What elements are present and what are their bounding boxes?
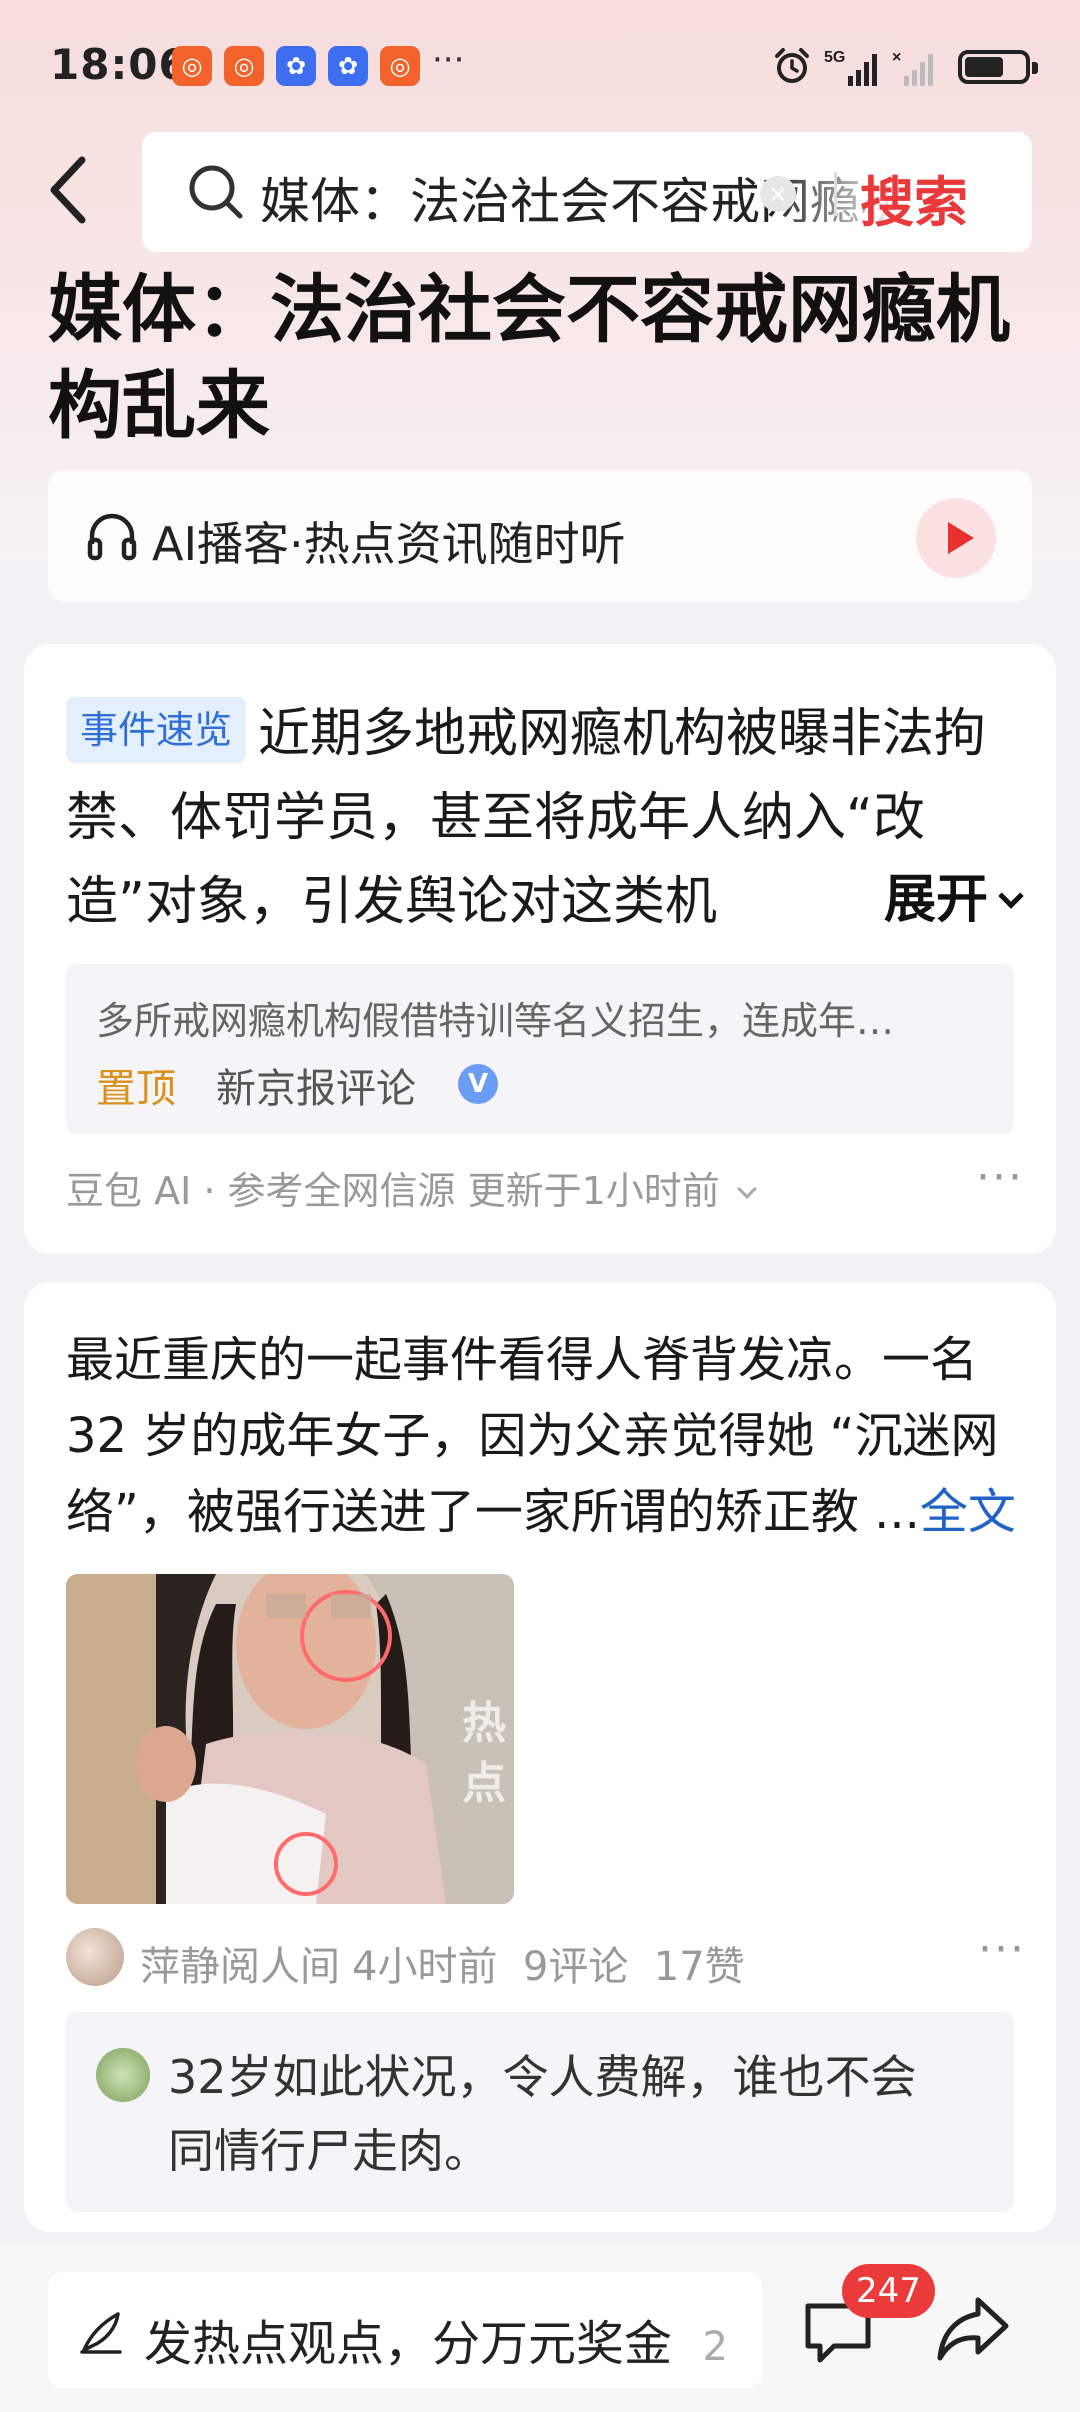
clear-search-icon[interactable]: × <box>760 176 796 212</box>
compose-suffix: 2.. <box>702 2324 724 2370</box>
top-comment[interactable]: 32岁如此状况，令人费解，谁也不会同情行尸走肉。 <box>66 2012 1014 2212</box>
author-name[interactable]: 萍静阅人间 <box>140 1934 340 1992</box>
compose-placeholder: 发热点观点，分万元奖金 2.. <box>144 2304 724 2374</box>
compose-label: 发热点观点，分万元奖金 <box>144 2316 673 2372</box>
alarm-icon <box>775 48 809 83</box>
battery-icon <box>958 50 1038 84</box>
app-notification-icon: ✿ <box>328 46 368 86</box>
like-count: 17赞 <box>653 1944 745 1990</box>
comment-count-badge: 247 <box>842 2264 935 2318</box>
ai-source-footer[interactable]: 豆包 AI · 参考全网信源 更新于1小时前 <box>66 1160 757 1215</box>
ai-source-text: 豆包 AI · 参考全网信源 更新于1小时前 <box>66 1169 720 1213</box>
commenter-avatar <box>96 2048 150 2102</box>
expand-label: 展开 <box>883 870 988 930</box>
event-summary-card: 事件速览 近期多地戒网瘾机构被曝非法拘禁、体罚学员，甚至将成年人纳入“改造”对象，… <box>24 644 1056 1254</box>
chevron-down-icon <box>998 883 1024 909</box>
app-notification-icon: ◎ <box>172 46 212 86</box>
full-text-link[interactable]: 全文 <box>920 1484 1016 1540</box>
signal-weak-icon: × <box>892 49 933 86</box>
ai-podcast-bar[interactable]: AI播客·热点资讯随时听 <box>48 470 1032 602</box>
reference-text: 多所戒网瘾机构假借特训等名义招生，连成年… <box>96 999 895 1043</box>
post-text[interactable]: 最近重庆的一起事件看得人脊背发凉。一名 32 岁的成年女子，因为父亲觉得她 “沉… <box>66 1322 1036 1550</box>
top-comment-text: 32岁如此状况，令人费解，谁也不会同情行尸走肉。 <box>168 2050 917 2178</box>
post-card: 最近重庆的一起事件看得人脊背发凉。一名 32 岁的成年女子，因为父亲觉得她 “沉… <box>24 1282 1056 2232</box>
pen-icon <box>80 2312 122 2354</box>
avatar[interactable] <box>66 1928 124 1986</box>
search-bar[interactable]: 媒体：法治社会不容戒网瘾机构乱来 × 搜索 <box>142 132 1032 252</box>
compose-input[interactable]: 发热点观点，分万元奖金 2.. <box>48 2272 762 2388</box>
post-photo <box>66 1574 514 1904</box>
back-arrow-icon[interactable] <box>40 150 100 230</box>
app-notification-icon: ◎ <box>380 46 420 86</box>
more-options-icon[interactable]: ··· <box>978 1924 1026 1975</box>
verified-icon: V <box>458 1064 498 1104</box>
pinned-reference[interactable]: 多所戒网瘾机构假借特训等名义招生，连成年… 置顶 新京报评论 V <box>66 964 1014 1134</box>
search-button[interactable]: 搜索 <box>860 158 968 237</box>
search-input[interactable]: 媒体：法治社会不容戒网瘾机构乱来 <box>260 162 900 222</box>
more-notifications-icon: ··· <box>432 40 465 80</box>
status-bar: 18:06 ◎ ◎ ✿ ✿ ◎ ··· 5G × <box>0 0 1080 130</box>
bottom-bar: 发热点观点，分万元奖金 2.. 247 <box>0 2244 1080 2412</box>
post-meta: 4小时前 9评论 17赞 <box>352 1934 745 1992</box>
play-button[interactable] <box>916 498 996 578</box>
search-divider <box>834 172 837 216</box>
signal-5g-icon: 5G <box>824 49 877 86</box>
image-watermark: 热点 <box>462 1698 506 1809</box>
event-summary-badge: 事件速览 <box>66 697 247 763</box>
more-options-icon[interactable]: ··· <box>976 1152 1024 1203</box>
author-row: 萍静阅人间 4小时前 9评论 17赞 ··· <box>66 1924 1026 1990</box>
app-notification-icon: ✿ <box>276 46 316 86</box>
post-body: 最近重庆的一起事件看得人脊背发凉。一名 32 岁的成年女子，因为父亲觉得她 “沉… <box>66 1332 999 1540</box>
share-icon[interactable] <box>934 2292 1012 2364</box>
search-icon <box>189 165 243 219</box>
post-time: 4小时前 <box>352 1944 498 1990</box>
app-notification-icon: ◎ <box>224 46 264 86</box>
chevron-down-icon <box>736 1179 757 1199</box>
reference-source: 新京报评论 <box>216 1066 416 1112</box>
svg-text:5G: 5G <box>824 49 845 66</box>
page-title: 媒体：法治社会不容戒网瘾机构乱来 <box>48 267 1010 449</box>
svg-text:×: × <box>892 49 901 66</box>
expand-button[interactable]: 展开 <box>843 858 1024 942</box>
status-time: 18:06 <box>50 40 189 89</box>
podcast-label: AI播客·热点资讯随时听 <box>152 517 626 571</box>
post-image[interactable]: 热点 <box>66 1574 514 1904</box>
comment-count: 9评论 <box>522 1944 629 1990</box>
headphones-icon <box>87 513 137 561</box>
play-icon <box>948 522 974 554</box>
pinned-label: 置顶 <box>96 1066 176 1112</box>
